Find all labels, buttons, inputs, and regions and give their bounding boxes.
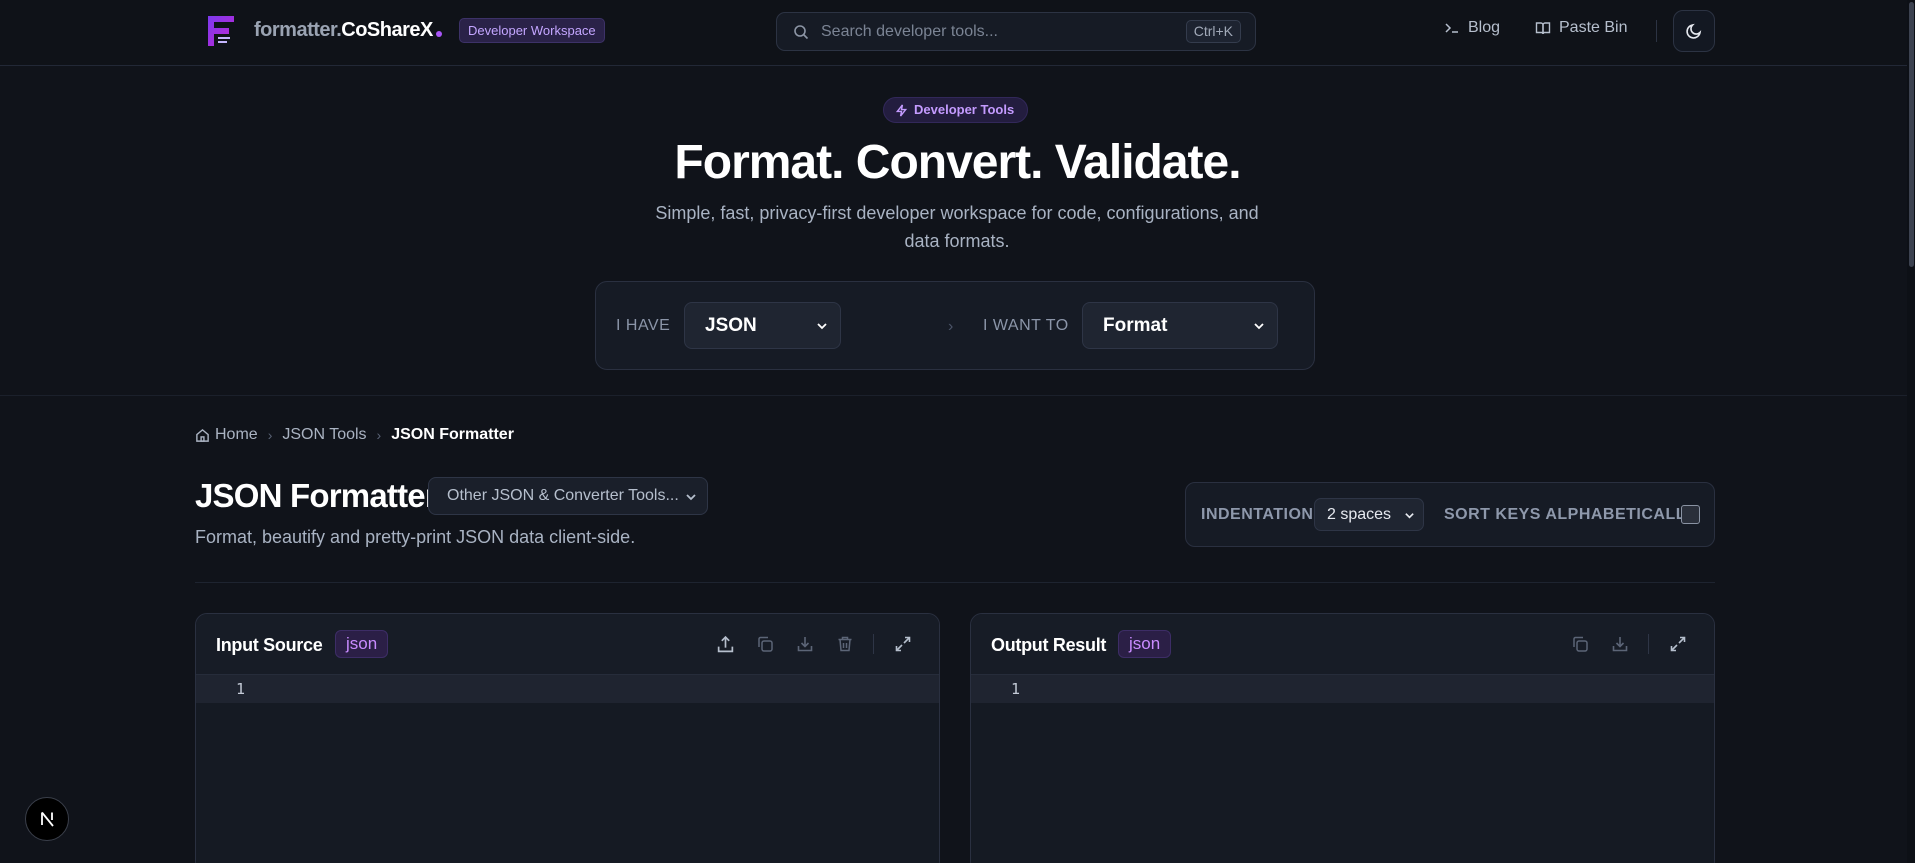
input-panel-header: Input Source json — [196, 614, 939, 675]
breadcrumb-separator-icon: › — [267, 427, 273, 443]
search-placeholder: Search developer tools... — [821, 23, 998, 40]
brand-title: CoShareX — [341, 19, 433, 41]
search-input[interactable]: Search developer tools... Ctrl+K — [776, 12, 1256, 51]
output-editor-panel: Output Result json 1 — [970, 613, 1715, 863]
upload-button[interactable] — [714, 633, 736, 655]
terminal-icon — [1445, 23, 1458, 33]
moon-icon — [1686, 23, 1702, 39]
download-output-button[interactable] — [1609, 633, 1631, 655]
have-value: JSON — [705, 315, 757, 336]
logo-icon[interactable] — [205, 13, 237, 49]
expand-button[interactable] — [892, 633, 914, 655]
want-label: I WANT TO — [983, 317, 1069, 334]
brand-dot — [435, 31, 442, 37]
sort-keys-checkbox[interactable] — [1681, 505, 1700, 524]
options-panel: INDENTATION 2 spaces SORT KEYS ALPHABETI… — [1185, 482, 1715, 547]
breadcrumb-home[interactable]: Home — [195, 426, 258, 444]
want-select[interactable]: Format — [1082, 302, 1278, 349]
page-title: JSON Formatter — [195, 477, 438, 514]
nav-blog-link[interactable]: Blog — [1444, 19, 1500, 37]
output-panel-header: Output Result json — [971, 614, 1714, 675]
nav-pastebin-link[interactable]: Paste Bin — [1535, 19, 1627, 37]
input-lang-badge: json — [335, 630, 389, 658]
hero-subtitle: Simple, fast, privacy-first developer wo… — [655, 203, 1259, 251]
breadcrumb-current: JSON Formatter — [391, 426, 514, 443]
hero-pill-label: Developer Tools — [914, 102, 1015, 117]
hero-title: Format. Convert. Validate. — [674, 136, 1241, 189]
active-line: 1 — [971, 675, 1714, 703]
nav-blog-label: Blog — [1468, 19, 1501, 36]
scrollbar-thumb[interactable] — [1909, 2, 1914, 267]
hero-section: Developer Tools Format. Convert. Validat… — [0, 67, 1915, 396]
chevron-down-icon — [686, 494, 696, 501]
input-panel-title: Input Source — [216, 635, 323, 655]
nav-divider — [1656, 20, 1657, 42]
copy-icon — [758, 636, 773, 652]
have-label: I HAVE — [616, 317, 671, 334]
hero-pill: Developer Tools — [883, 97, 1029, 123]
copy-icon — [1573, 636, 1588, 652]
breadcrumb-home-label: Home — [215, 426, 258, 443]
trash-icon — [838, 636, 852, 652]
book-icon — [1535, 22, 1551, 35]
search-icon — [794, 25, 809, 40]
breadcrumb-json-tools[interactable]: JSON Tools — [282, 426, 366, 444]
other-tools-label: Other JSON & Converter Tools... — [447, 487, 679, 504]
section-divider — [195, 582, 1715, 583]
toolbar-divider — [873, 634, 874, 654]
brand-name[interactable]: formatter.CoShareX — [254, 19, 442, 42]
input-code-editor[interactable]: 1 — [196, 675, 939, 863]
zap-icon — [895, 103, 908, 117]
have-select[interactable]: JSON — [684, 302, 841, 349]
chevron-down-icon — [1254, 323, 1264, 330]
line-number: 1 — [1011, 680, 1021, 698]
brand-prefix: formatter. — [254, 19, 342, 41]
nextjs-icon — [41, 811, 54, 827]
indentation-value: 2 spaces — [1327, 506, 1392, 523]
download-icon — [1612, 637, 1628, 652]
other-tools-dropdown[interactable]: Other JSON & Converter Tools... — [428, 477, 708, 515]
expand-icon — [1670, 636, 1686, 652]
line-number: 1 — [236, 680, 246, 698]
theme-toggle-button[interactable] — [1673, 10, 1715, 52]
chevron-down-icon — [1405, 513, 1414, 519]
search-shortcut: Ctrl+K — [1185, 20, 1241, 43]
indentation-select[interactable]: 2 spaces — [1314, 498, 1424, 531]
chevron-down-icon — [817, 323, 827, 330]
upload-icon — [717, 635, 733, 652]
output-lang-badge: json — [1118, 630, 1172, 658]
active-line: 1 — [196, 675, 939, 703]
output-panel-title: Output Result — [991, 635, 1107, 655]
expand-output-button[interactable] — [1667, 633, 1689, 655]
nav-pastebin-label: Paste Bin — [1559, 19, 1628, 36]
clear-button[interactable] — [834, 633, 856, 655]
top-navbar: formatter.CoShareX Developer Workspace S… — [0, 0, 1915, 66]
copy-output-button[interactable] — [1569, 633, 1591, 655]
home-icon — [196, 428, 209, 442]
download-button[interactable] — [794, 633, 816, 655]
sort-keys-label: SORT KEYS ALPHABETICALLY — [1444, 506, 1696, 523]
indentation-label: INDENTATION — [1201, 506, 1314, 523]
want-value: Format — [1103, 315, 1168, 336]
breadcrumb-separator-icon: › — [376, 427, 382, 443]
breadcrumb: Home › JSON Tools › JSON Formatter — [195, 426, 514, 444]
toolbar-divider — [1648, 634, 1649, 654]
converter-box: I HAVE JSON › I WANT TO Format — [595, 281, 1315, 370]
input-editor-panel: Input Source json 1 — [195, 613, 940, 863]
output-code-editor[interactable]: 1 — [971, 675, 1714, 863]
copy-button[interactable] — [754, 633, 776, 655]
page-description: Format, beautify and pretty-print JSON d… — [195, 527, 636, 547]
chevron-right-icon: › — [948, 318, 954, 335]
download-icon — [797, 637, 813, 652]
workspace-badge: Developer Workspace — [459, 18, 605, 43]
nextjs-dev-badge[interactable] — [25, 797, 69, 841]
expand-icon — [895, 636, 911, 652]
